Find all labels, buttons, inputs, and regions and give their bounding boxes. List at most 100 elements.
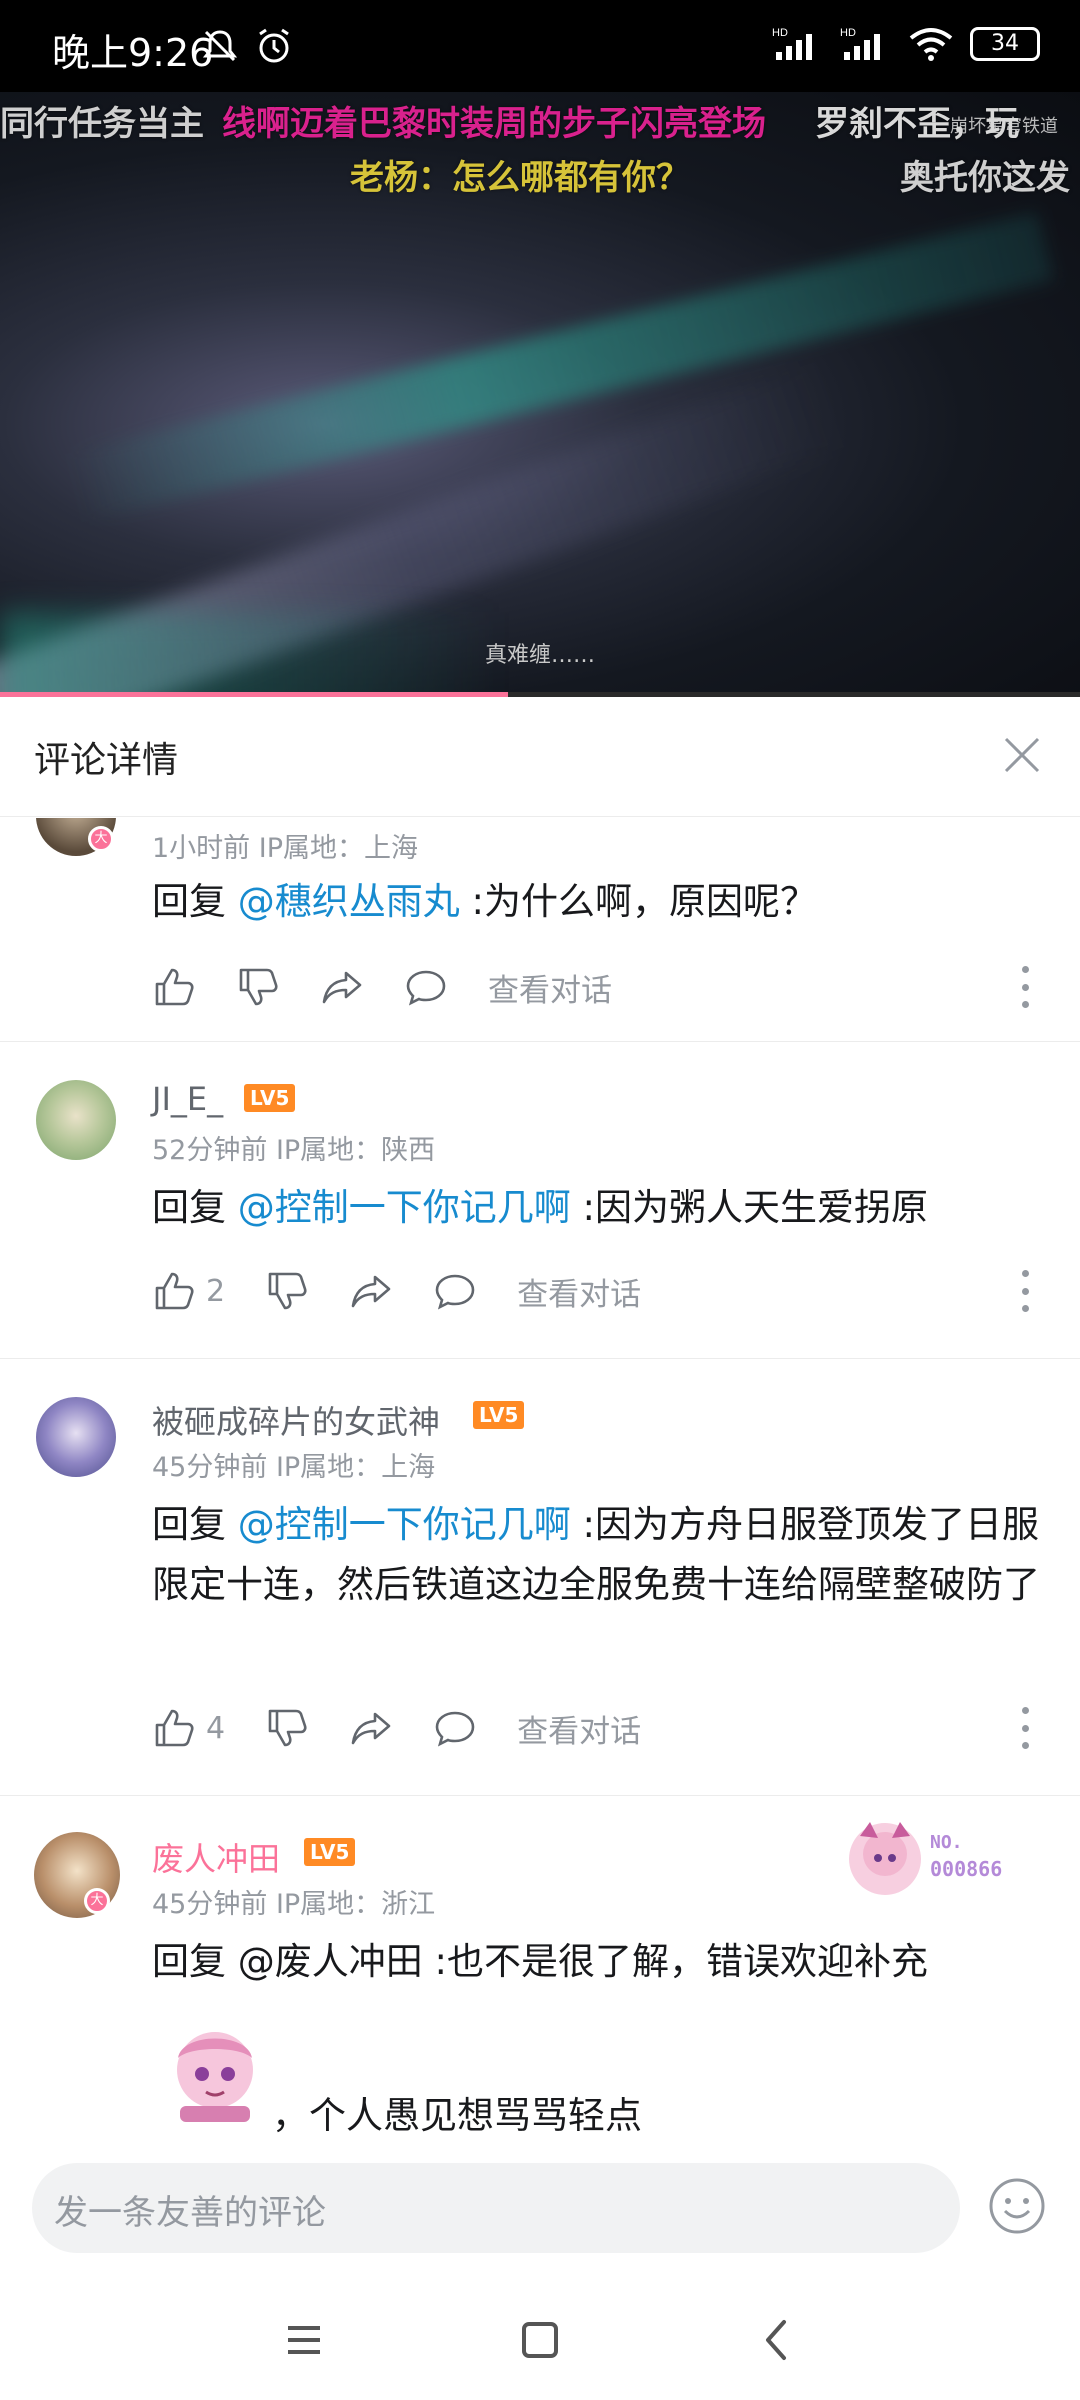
comment-content: :也不是很了解，错误欢迎补充 (422, 1940, 928, 1983)
reply-prefix: 回复 (152, 880, 238, 923)
wifi-icon (909, 28, 953, 61)
share-button[interactable] (320, 965, 364, 1009)
mention-link[interactable]: @穗织丛雨丸 (238, 880, 460, 923)
like-button[interactable]: 4 (152, 1706, 225, 1750)
comment-input-placeholder: 发一条友善的评论 (54, 2193, 326, 2233)
comment-list[interactable]: 大 1小时前 IP属地：上海 回复 @穗织丛雨丸 :为什么啊，原因呢？ 查看对话 (0, 818, 1080, 2144)
thumbs-down-icon (268, 1709, 307, 1747)
like-button[interactable] (152, 965, 196, 1009)
reply-prefix: 回复 (152, 1186, 238, 1229)
comment-content: :因为粥人天生爱拐原 (570, 1186, 928, 1229)
danmaku-text: 奥托你这发 (900, 158, 1070, 198)
username[interactable]: 废人冲田 (152, 1834, 280, 1880)
reply-button[interactable] (433, 1269, 477, 1313)
comment-content: :为什么啊，原因呢？ (459, 880, 817, 923)
battery-indicator: 34 (970, 27, 1040, 61)
more-options-icon[interactable] (1020, 962, 1030, 1012)
view-conversation-link[interactable]: 查看对话 (517, 1706, 641, 1751)
back-icon[interactable] (746, 2310, 806, 2370)
comment-text: 回复 @废人冲田 :也不是很了解，错误欢迎补充 (152, 1932, 1042, 1992)
comment-text: 回复 @控制一下你记几啊 :因为粥人天生爱拐原 (152, 1178, 1042, 1238)
share-button[interactable] (349, 1706, 393, 1750)
video-subtitle: 真难缠…… (484, 643, 595, 668)
like-button[interactable]: 2 (152, 1269, 225, 1313)
emoji-icon[interactable] (986, 2175, 1048, 2237)
comment-meta: 52分钟前 IP属地：陕西 (152, 1135, 436, 1166)
comment-detail-header: 评论详情 (0, 697, 1080, 817)
share-icon (351, 1275, 391, 1308)
avatar[interactable] (36, 1080, 116, 1160)
dislike-button[interactable] (265, 1706, 309, 1750)
dislike-button[interactable] (236, 965, 280, 1009)
share-icon (351, 1712, 391, 1745)
home-icon[interactable] (510, 2310, 570, 2370)
reply-button[interactable] (433, 1706, 477, 1750)
fan-badge-icon: NO. 000866 (849, 1822, 1002, 1895)
danmaku-text: 同行任务当主 (0, 104, 204, 144)
danmaku-text: 老杨：怎么哪都有你？ (350, 158, 690, 198)
system-nav-bar (0, 2270, 1080, 2400)
menu-icon[interactable] (274, 2310, 334, 2370)
dislike-button[interactable] (265, 1269, 309, 1313)
signal-hd-icon: HD (772, 27, 812, 60)
thumbs-up-icon (155, 968, 194, 1006)
thumbs-down-icon (268, 1272, 307, 1310)
comment-meta: 45分钟前 IP属地：上海 (152, 1452, 436, 1483)
avatar[interactable] (36, 1397, 116, 1477)
comment-text-continued: ，个人愚见想骂骂轻点 (272, 2094, 642, 2137)
mention-link[interactable]: @控制一下你记几啊 (238, 1503, 571, 1546)
comment-actions: 2 查看对话 (152, 1266, 641, 1316)
comment-input[interactable]: 发一条友善的评论 (32, 2163, 960, 2253)
view-conversation-link[interactable]: 查看对话 (517, 1269, 641, 1314)
fan-badge-number: 000866 (930, 1857, 1002, 1881)
like-count: 4 (206, 1710, 226, 1746)
comment-bubble-icon (406, 970, 446, 1006)
signal-hd-icon-2: HD (840, 27, 880, 60)
comment-meta: 45分钟前 IP属地：浙江 (152, 1889, 436, 1920)
comment-bubble-icon (435, 1274, 475, 1310)
svg-text:HD: HD (840, 27, 856, 39)
reply-button[interactable] (404, 965, 448, 1009)
comment-text: 回复 @控制一下你记几啊 :因为方舟日服登顶发了日服限定十连，然后铁道这边全服免… (152, 1495, 1042, 1615)
vip-badge-icon: 大 (84, 1888, 110, 1914)
comment-item: 大 1小时前 IP属地：上海 回复 @穗织丛雨丸 :为什么啊，原因呢？ 查看对话 (0, 818, 1080, 1042)
status-icons-left (200, 26, 294, 66)
video-player[interactable]: 同行任务当主 线啊迈着巴黎时装周的步子闪亮登场 老杨：怎么哪都有你？ 奥托你这发… (0, 92, 1080, 696)
app-root: 晚上9:26 HD HD 34 同行任务当主 线啊迈着巴黎时装周的步子闪亮登场 … (0, 0, 1080, 2400)
more-options-icon[interactable] (1020, 1266, 1030, 1316)
comment-item: 大 废人冲田 LV5 45分钟前 IP属地：浙江 NO. 000866 回复 @… (0, 1796, 1080, 2144)
level-badge: LV5 (244, 1084, 296, 1112)
thumbs-down-icon (239, 968, 278, 1006)
svg-text:HD: HD (772, 27, 788, 39)
status-bar: 晚上9:26 HD HD 34 (0, 0, 1080, 92)
comment-input-bar: 发一条友善的评论 (0, 2145, 1080, 2270)
level-badge: LV5 (473, 1401, 525, 1429)
comment-bubble-icon (435, 1711, 475, 1747)
more-options-icon[interactable] (1020, 1703, 1030, 1753)
thumbs-up-icon (155, 1709, 194, 1747)
share-icon (322, 971, 362, 1004)
thumbs-up-icon (155, 1272, 194, 1310)
video-watermark: 崩坏星穹铁道 (950, 116, 1058, 137)
status-icons-right: HD HD 34 (772, 24, 1040, 64)
comment-text: 回复 @穗织丛雨丸 :为什么啊，原因呢？ (152, 872, 1042, 932)
comment-item: JI_E_ LV5 52分钟前 IP属地：陕西 回复 @控制一下你记几啊 :因为… (0, 1042, 1080, 1359)
mention-link[interactable]: @控制一下你记几啊 (238, 1186, 571, 1229)
like-count: 2 (206, 1273, 226, 1309)
comment-item: 被砸成碎片的女武神 LV5 45分钟前 IP属地：上海 回复 @控制一下你记几啊… (0, 1359, 1080, 1796)
username[interactable]: 被砸成碎片的女武神 (152, 1397, 440, 1443)
comment-actions: 4 查看对话 (152, 1703, 641, 1753)
view-conversation-link[interactable]: 查看对话 (488, 965, 612, 1010)
share-button[interactable] (349, 1269, 393, 1313)
username[interactable]: JI_E_ (152, 1080, 223, 1118)
mute-icon (202, 30, 238, 62)
fan-badge-label: NO. (930, 1832, 963, 1853)
danmaku-text: 线啊迈着巴黎时装周的步子闪亮登场 (222, 104, 766, 144)
status-time: 晚上9:26 (52, 31, 214, 75)
alarm-icon (259, 28, 289, 63)
close-icon[interactable] (992, 725, 1052, 785)
vip-badge-icon: 大 (88, 826, 114, 852)
comment-meta: 1小时前 IP属地：上海 (152, 833, 419, 864)
reply-prefix: 回复 (152, 1503, 238, 1546)
emote-sticker-icon (177, 2032, 253, 2122)
